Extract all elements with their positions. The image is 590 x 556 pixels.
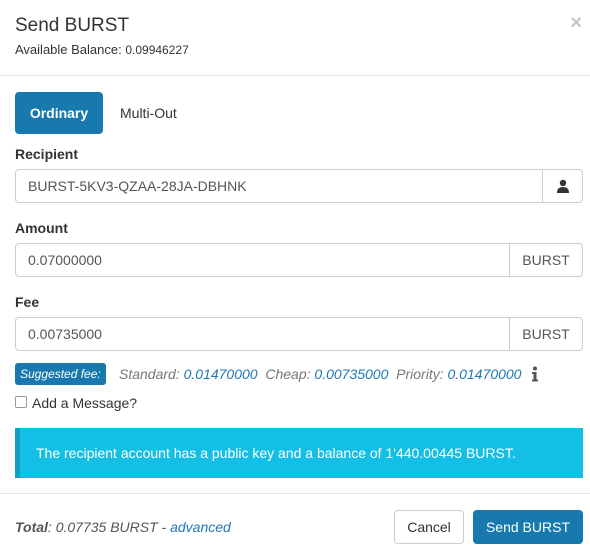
add-message-label[interactable]: Add a Message? — [32, 394, 137, 412]
recipient-info-alert: The recipient account has a public key a… — [15, 428, 583, 478]
amount-label: Amount — [15, 220, 68, 236]
total-summary: Total: 0.07735 BURST - advanced — [15, 519, 231, 535]
suggested-fee-badge: Suggested fee: — [15, 363, 106, 385]
balance-label: Available Balance: — [15, 42, 126, 57]
fee-input[interactable]: 0.00735000 — [15, 317, 510, 351]
modal-footer: Total: 0.07735 BURST - advanced Cancel S… — [0, 493, 590, 556]
info-icon[interactable] — [530, 366, 540, 382]
close-icon[interactable]: × — [570, 13, 582, 33]
recipient-contact-button[interactable] — [543, 169, 583, 203]
advanced-link[interactable]: advanced — [170, 519, 231, 535]
send-burst-modal: Send BURST Available Balance: 0.09946227… — [0, 0, 590, 556]
cheap-fee-label: Cheap: — [265, 366, 311, 382]
recipient-input[interactable]: BURST-5KV3-QZAA-28JA-DBHNK — [15, 169, 543, 203]
balance-value: 0.09946227 — [125, 43, 189, 57]
add-message-checkbox[interactable] — [15, 396, 27, 408]
priority-fee-label: Priority: — [396, 366, 444, 382]
total-label: Total — [15, 519, 48, 535]
tab-ordinary[interactable]: Ordinary — [15, 92, 103, 134]
cancel-button[interactable]: Cancel — [394, 510, 464, 544]
suggested-fee-options: Standard: 0.01470000 Cheap: 0.00735000 P… — [119, 364, 521, 384]
modal-title: Send BURST — [15, 15, 130, 36]
total-value: : 0.07735 BURST - — [47, 519, 171, 535]
recipient-label: Recipient — [15, 146, 79, 162]
tab-multi-out[interactable]: Multi-Out — [108, 92, 189, 134]
fee-unit: BURST — [510, 317, 583, 351]
send-burst-button[interactable]: Send BURST — [473, 510, 583, 544]
modal-header: Send BURST Available Balance: 0.09946227… — [0, 0, 590, 76]
priority-fee-link[interactable]: 0.01470000 — [448, 366, 522, 382]
amount-input[interactable]: 0.07000000 — [15, 243, 510, 277]
standard-fee-label: Standard: — [119, 366, 180, 382]
user-icon — [556, 179, 569, 193]
fee-label: Fee — [15, 294, 40, 310]
alert-text: The recipient account has a public key a… — [36, 445, 516, 461]
amount-unit: BURST — [510, 243, 583, 277]
cheap-fee-link[interactable]: 0.00735000 — [314, 366, 388, 382]
standard-fee-link[interactable]: 0.01470000 — [184, 366, 258, 382]
available-balance: Available Balance: 0.09946227 — [15, 42, 189, 58]
